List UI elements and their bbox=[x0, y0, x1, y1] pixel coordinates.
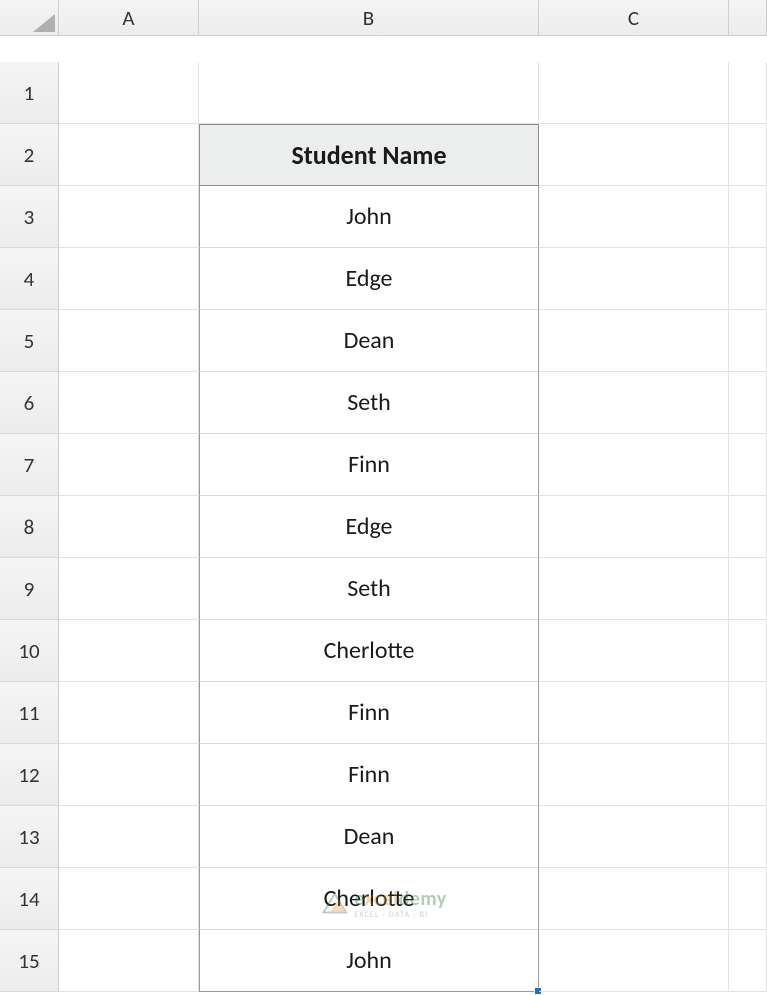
cell-d10[interactable] bbox=[729, 620, 767, 682]
cell-b6[interactable]: Seth bbox=[199, 372, 539, 434]
cell-a15[interactable] bbox=[59, 930, 199, 992]
cell-c11[interactable] bbox=[539, 682, 729, 744]
row-header-3[interactable]: 3 bbox=[0, 186, 59, 248]
cell-d2[interactable] bbox=[729, 124, 767, 186]
cell-a7[interactable] bbox=[59, 434, 199, 496]
row-header-2[interactable]: 2 bbox=[0, 124, 59, 186]
cell-c8[interactable] bbox=[539, 496, 729, 558]
row-header-7[interactable]: 7 bbox=[0, 434, 59, 496]
cell-c1[interactable] bbox=[539, 62, 729, 124]
cell-c10[interactable] bbox=[539, 620, 729, 682]
cell-c6[interactable] bbox=[539, 372, 729, 434]
cell-c12[interactable] bbox=[539, 744, 729, 806]
cell-c9[interactable] bbox=[539, 558, 729, 620]
cell-c4[interactable] bbox=[539, 248, 729, 310]
cell-a4[interactable] bbox=[59, 248, 199, 310]
cell-c2[interactable] bbox=[539, 124, 729, 186]
row-header-6[interactable]: 6 bbox=[0, 372, 59, 434]
cell-b4[interactable]: Edge bbox=[199, 248, 539, 310]
row-header-5[interactable]: 5 bbox=[0, 310, 59, 372]
cell-a1[interactable] bbox=[59, 62, 199, 124]
cell-d4[interactable] bbox=[729, 248, 767, 310]
row-header-14[interactable]: 14 bbox=[0, 868, 59, 930]
cell-c3[interactable] bbox=[539, 186, 729, 248]
cell-b7[interactable]: Finn bbox=[199, 434, 539, 496]
cell-b8[interactable]: Edge bbox=[199, 496, 539, 558]
cell-a11[interactable] bbox=[59, 682, 199, 744]
cell-a3[interactable] bbox=[59, 186, 199, 248]
cell-a13[interactable] bbox=[59, 806, 199, 868]
cell-d13[interactable] bbox=[729, 806, 767, 868]
cell-b13[interactable]: Dean bbox=[199, 806, 539, 868]
cell-a9[interactable] bbox=[59, 558, 199, 620]
cell-d14[interactable] bbox=[729, 868, 767, 930]
cell-c5[interactable] bbox=[539, 310, 729, 372]
cell-d12[interactable] bbox=[729, 744, 767, 806]
cell-c15[interactable] bbox=[539, 930, 729, 992]
cell-d7[interactable] bbox=[729, 434, 767, 496]
cell-b3[interactable]: John bbox=[199, 186, 539, 248]
cell-d9[interactable] bbox=[729, 558, 767, 620]
cell-d1[interactable] bbox=[729, 62, 767, 124]
row-header-4[interactable]: 4 bbox=[0, 248, 59, 310]
select-all-corner[interactable] bbox=[0, 0, 59, 36]
cell-a10[interactable] bbox=[59, 620, 199, 682]
row-header-9[interactable]: 9 bbox=[0, 558, 59, 620]
cell-b15-value: John bbox=[346, 946, 392, 975]
spreadsheet-grid: A B C 1 2 Student Name 3 John 4 Edge 5 D… bbox=[0, 0, 767, 992]
cell-d15[interactable] bbox=[729, 930, 767, 992]
column-header-c[interactable]: C bbox=[539, 0, 729, 36]
cell-c7[interactable] bbox=[539, 434, 729, 496]
row-header-13[interactable]: 13 bbox=[0, 806, 59, 868]
cell-a14[interactable] bbox=[59, 868, 199, 930]
cell-a8[interactable] bbox=[59, 496, 199, 558]
row-header-11[interactable]: 11 bbox=[0, 682, 59, 744]
cell-b14[interactable]: Cherlotte bbox=[199, 868, 539, 930]
cell-c13[interactable] bbox=[539, 806, 729, 868]
column-header-b[interactable]: B bbox=[199, 0, 539, 36]
cell-d5[interactable] bbox=[729, 310, 767, 372]
cell-a2[interactable] bbox=[59, 124, 199, 186]
row-header-15[interactable]: 15 bbox=[0, 930, 59, 992]
row-header-12[interactable]: 12 bbox=[0, 744, 59, 806]
cell-d8[interactable] bbox=[729, 496, 767, 558]
cell-d3[interactable] bbox=[729, 186, 767, 248]
cell-b11[interactable]: Finn bbox=[199, 682, 539, 744]
cell-a12[interactable] bbox=[59, 744, 199, 806]
cell-b5[interactable]: Dean bbox=[199, 310, 539, 372]
row-header-1[interactable]: 1 bbox=[0, 62, 59, 124]
cell-d6[interactable] bbox=[729, 372, 767, 434]
column-header-a[interactable]: A bbox=[59, 0, 199, 36]
cell-c14[interactable] bbox=[539, 868, 729, 930]
column-header-d[interactable] bbox=[729, 0, 767, 36]
cell-b15[interactable]: John bbox=[199, 930, 539, 992]
cell-b9[interactable]: Seth bbox=[199, 558, 539, 620]
cell-a5[interactable] bbox=[59, 310, 199, 372]
cell-b1[interactable] bbox=[199, 62, 539, 124]
cell-d11[interactable] bbox=[729, 682, 767, 744]
row-header-10[interactable]: 10 bbox=[0, 620, 59, 682]
table-header-cell[interactable]: Student Name bbox=[199, 124, 539, 186]
cell-b10[interactable]: Cherlotte bbox=[199, 620, 539, 682]
cell-b12[interactable]: Finn bbox=[199, 744, 539, 806]
cell-a6[interactable] bbox=[59, 372, 199, 434]
row-header-8[interactable]: 8 bbox=[0, 496, 59, 558]
